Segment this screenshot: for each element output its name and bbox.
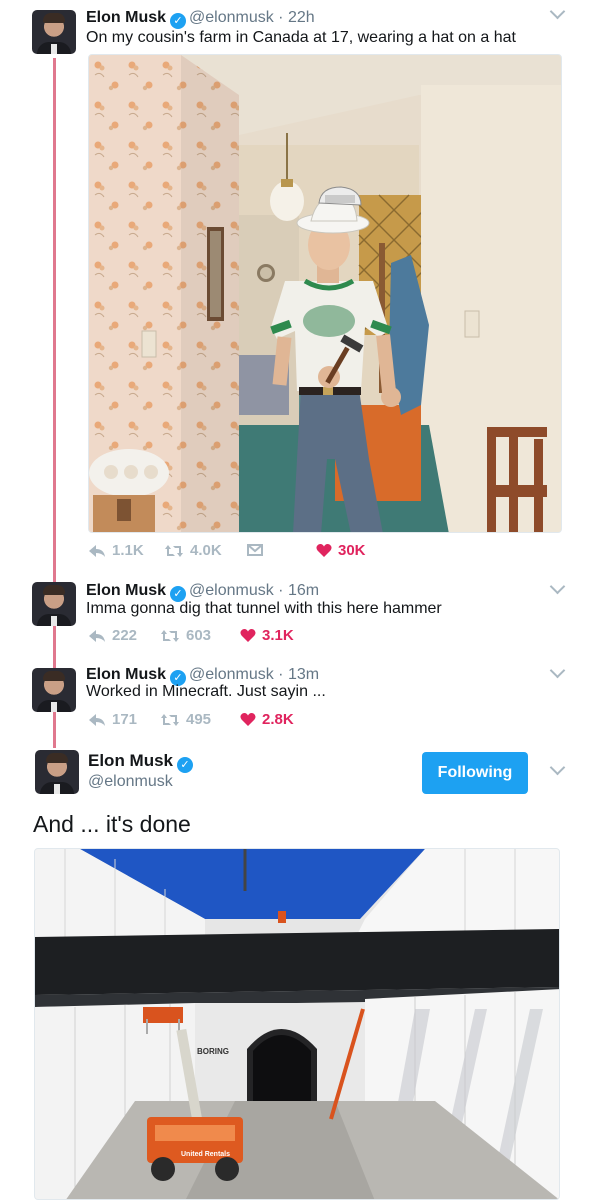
- reply-count: 1.1K: [112, 542, 144, 559]
- chevron-down-icon[interactable]: [549, 3, 566, 20]
- tweet-time[interactable]: 13m: [288, 666, 319, 683]
- verified-badge-icon: ✓: [170, 13, 187, 29]
- tweet-2[interactable]: Elon Musk ✓ @elonmusk · 16m Imma gonna dig…: [0, 572, 589, 658]
- retweet-icon: [161, 713, 179, 726]
- author-handle[interactable]: @elonmusk: [189, 582, 274, 599]
- retweet-count: 495: [186, 711, 212, 728]
- reply-icon: [89, 544, 105, 557]
- author-name[interactable]: Elon Musk: [88, 751, 173, 770]
- author-handle[interactable]: @elonmusk: [189, 666, 274, 683]
- tweet-photo-tunnel[interactable]: BORING United Rentals: [34, 848, 560, 1200]
- tweet-text: Worked in Minecraft. Just sayin ...: [86, 683, 326, 700]
- tunnel-construction-illustration: BORING United Rentals: [35, 849, 559, 1199]
- dm-button[interactable]: [246, 542, 264, 558]
- message-icon: [247, 544, 263, 556]
- tweet-actions: 171 495 2.8K: [88, 711, 388, 733]
- reply-button[interactable]: 171: [88, 711, 137, 728]
- reply-button[interactable]: 1.1K: [88, 542, 144, 559]
- retweet-count: 4.0K: [190, 542, 222, 559]
- avatar[interactable]: [32, 582, 76, 626]
- author-handle[interactable]: @elonmusk: [88, 773, 173, 791]
- reply-button[interactable]: 222: [88, 627, 137, 644]
- united-rentals-sign: United Rentals: [181, 1151, 230, 1158]
- separator-dot: ·: [273, 582, 288, 599]
- chevron-down-icon[interactable]: [549, 662, 566, 679]
- avatar[interactable]: [32, 668, 76, 712]
- separator-dot: ·: [273, 9, 288, 26]
- retweet-icon: [161, 629, 179, 642]
- tweet-actions: 1.1K 4.0K 30K: [88, 542, 508, 564]
- heart-icon: [240, 713, 256, 726]
- tweet-photo-farm[interactable]: [88, 54, 562, 533]
- following-button[interactable]: Following: [422, 752, 528, 794]
- avatar[interactable]: [32, 10, 76, 54]
- reply-count: 222: [112, 627, 138, 644]
- main-author-name-row: Elon Musk ✓: [88, 751, 196, 773]
- tweet-time[interactable]: 16m: [288, 582, 319, 599]
- avatar[interactable]: [35, 750, 79, 794]
- verified-badge-icon: ✓: [177, 757, 194, 773]
- retweet-button[interactable]: 495: [160, 711, 211, 728]
- like-count: 30K: [338, 542, 366, 559]
- like-count: 2.8K: [262, 711, 294, 728]
- author-name[interactable]: Elon Musk: [86, 9, 166, 26]
- tweet-text: Imma gonna dig that tunnel with this her…: [86, 600, 442, 617]
- separator-dot: ·: [273, 666, 288, 683]
- like-count: 3.1K: [262, 627, 294, 644]
- tweet-text: On my cousin's farm in Canada at 17, wea…: [86, 29, 516, 46]
- reply-icon: [89, 629, 105, 642]
- tweet-actions: 222 603 3.1K: [88, 627, 388, 649]
- heart-icon: [240, 629, 256, 642]
- retweet-icon: [165, 544, 183, 557]
- tweet-time[interactable]: 22h: [288, 9, 315, 26]
- reply-icon: [89, 713, 105, 726]
- tweet-header: Elon Musk ✓ @elonmusk · 16m: [86, 582, 319, 602]
- heart-icon: [316, 544, 332, 557]
- author-name[interactable]: Elon Musk: [86, 582, 166, 599]
- boring-company-sign: BORING: [197, 1047, 229, 1056]
- main-tweet-text: And ... it's done: [33, 811, 191, 837]
- retweet-count: 603: [186, 627, 212, 644]
- tweet-header: Elon Musk ✓ @elonmusk · 22h: [86, 9, 315, 29]
- like-button[interactable]: 3.1K: [240, 627, 294, 644]
- author-name[interactable]: Elon Musk: [86, 666, 166, 683]
- retweet-button[interactable]: 4.0K: [164, 542, 222, 559]
- farm-room-illustration: [89, 55, 561, 532]
- reply-count: 171: [112, 711, 138, 728]
- tweet-3[interactable]: Elon Musk ✓ @elonmusk · 13m Worked in Mine…: [0, 658, 589, 744]
- like-button[interactable]: 2.8K: [240, 711, 294, 728]
- like-button[interactable]: 30K: [316, 542, 366, 559]
- tweet-1[interactable]: Elon Musk ✓ @elonmusk · 22h On my cousin's…: [0, 0, 589, 572]
- retweet-button[interactable]: 603: [160, 627, 211, 644]
- author-handle[interactable]: @elonmusk: [189, 9, 274, 26]
- chevron-down-icon[interactable]: [549, 578, 566, 595]
